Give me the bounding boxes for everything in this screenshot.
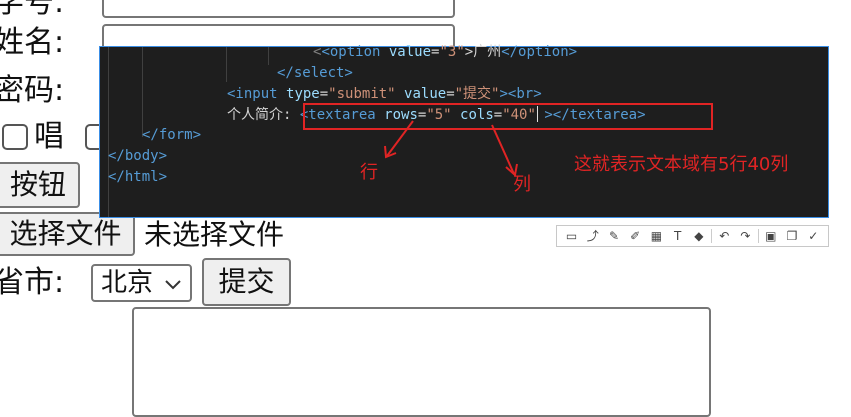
highlight-rectangle	[303, 103, 713, 130]
generic-button[interactable]: 按钮	[0, 162, 80, 208]
rect-icon[interactable]: ▭	[563, 230, 581, 242]
text-icon[interactable]: T	[669, 230, 687, 242]
explain-annotation: 这就表示文本域有5行40列	[574, 154, 789, 175]
save-icon[interactable]: ▣	[762, 230, 780, 242]
choose-file-button[interactable]: 选择文件	[0, 212, 135, 256]
file-status-text: 未选择文件	[144, 218, 285, 251]
confirm-icon[interactable]: ✓	[804, 230, 822, 242]
code-line-html-close: </html>	[108, 169, 168, 185]
city-select[interactable]: 北京	[91, 264, 192, 302]
annotation-toolbar: ▭ ⤴ ✎ ✐ ▦ T ◆ ↶ ↷ ▣ ❐ ✓	[556, 225, 829, 247]
copy-icon[interactable]: ❐	[783, 230, 801, 242]
marker-icon[interactable]: ✐	[626, 230, 644, 242]
chevron-down-icon	[165, 280, 181, 290]
col-annotation: 列	[513, 174, 531, 195]
student-id-input[interactable]	[102, 0, 455, 18]
password-label: 密码:	[0, 73, 65, 108]
student-id-label: 学号:	[0, 0, 65, 20]
pen-icon[interactable]: ✎	[605, 230, 623, 242]
redo-icon[interactable]: ↷	[736, 230, 754, 242]
code-line-body-close: </body>	[108, 148, 168, 164]
city-label: 省市:	[0, 265, 65, 300]
mosaic-icon[interactable]: ▦	[647, 230, 665, 242]
submit-button[interactable]: 提交	[202, 258, 291, 306]
intro-textarea[interactable]	[132, 307, 711, 417]
checkbox-sing-label: 唱	[34, 119, 64, 154]
code-line-form-close: </form>	[142, 127, 202, 143]
name-label: 姓名:	[0, 25, 65, 60]
code-line-option: <<option value="3">广州</option>	[313, 44, 578, 60]
code-line-input-submit: <input type="submit" value="提交"><br>	[227, 86, 542, 102]
checkbox-sing[interactable]	[2, 124, 28, 150]
code-line-select-close: </select>	[277, 65, 353, 81]
city-select-value: 北京	[101, 268, 154, 298]
eraser-icon[interactable]: ◆	[690, 230, 708, 242]
row-annotation: 行	[360, 162, 378, 183]
line-icon[interactable]: ⤴	[584, 230, 602, 242]
code-editor-panel	[99, 46, 829, 218]
undo-icon[interactable]: ↶	[715, 230, 733, 242]
